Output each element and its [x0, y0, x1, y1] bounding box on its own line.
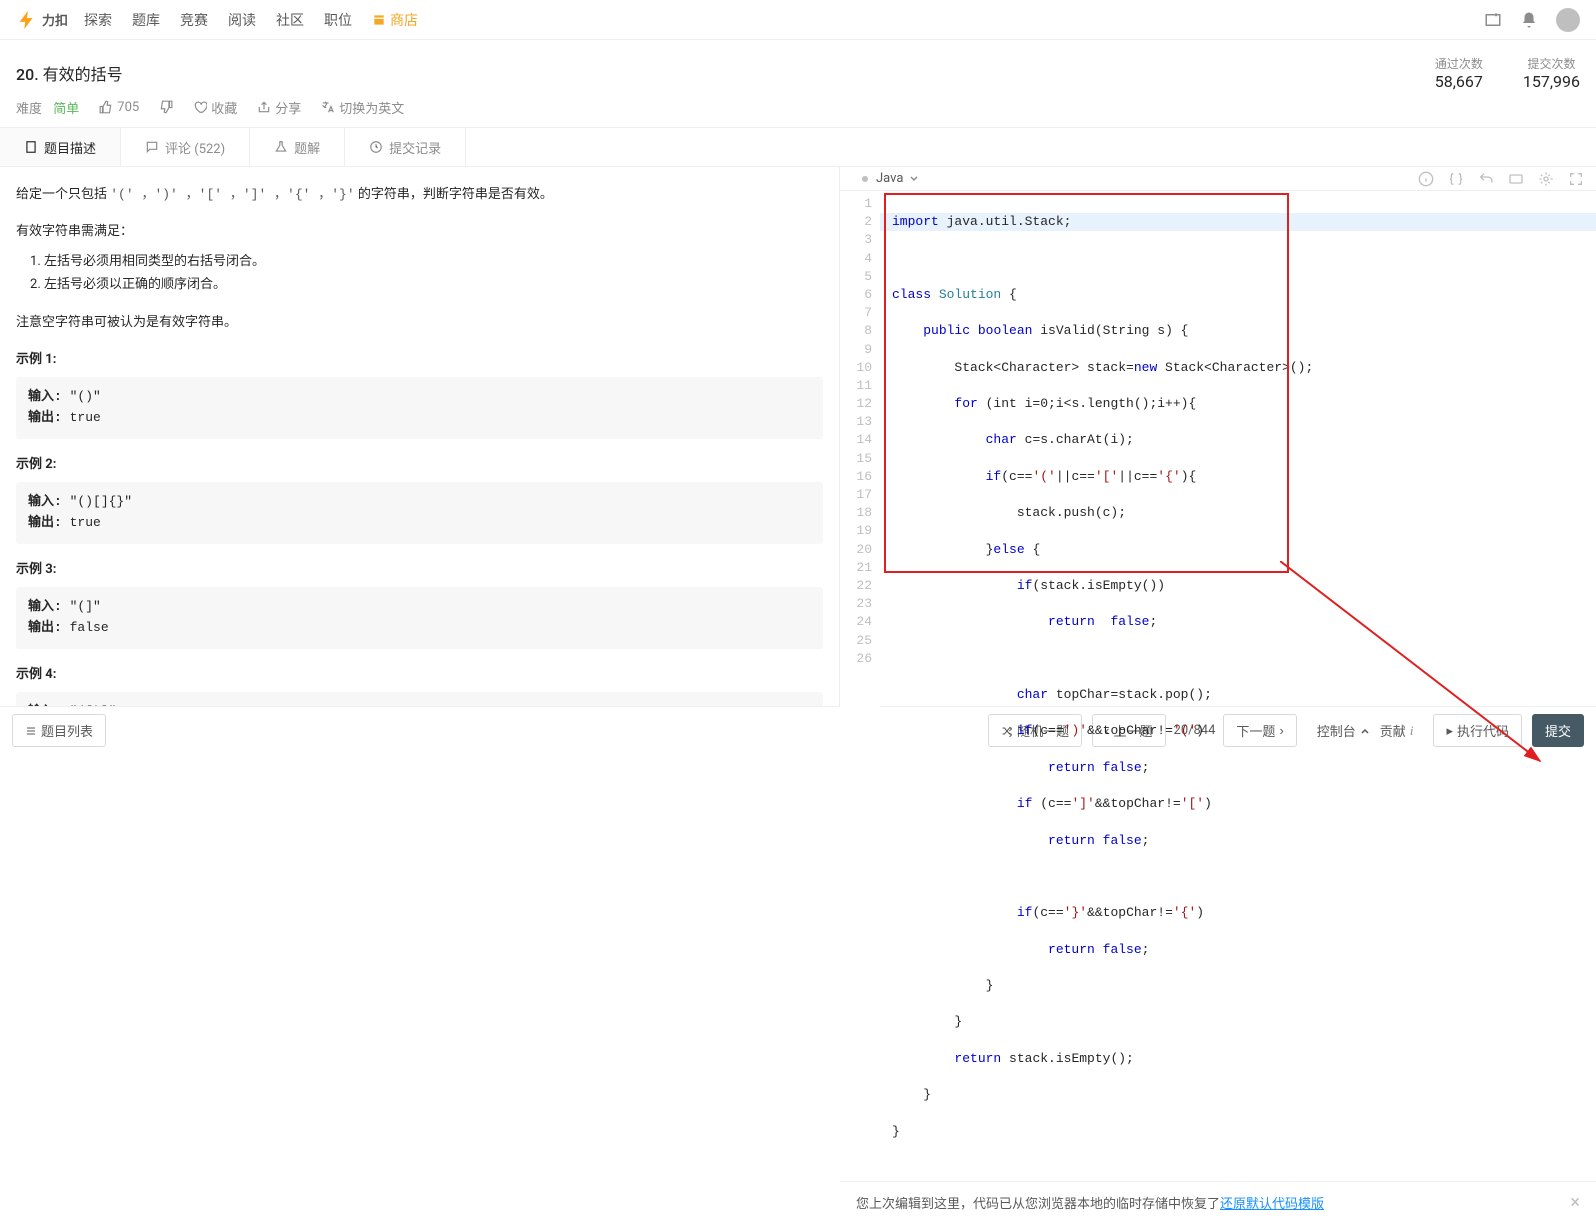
logo[interactable]: 力扣 [16, 9, 68, 31]
nav-read[interactable]: 阅读 [228, 10, 256, 30]
share-button[interactable]: 分享 [257, 98, 301, 117]
example-2: 输入: "()[]{}"输出: true [16, 482, 823, 544]
example-3: 输入: "(]"输出: false [16, 587, 823, 649]
description-panel[interactable]: 给定一个只包括 '(' ，')' ，'[' ，']' ，'{' ，'}' 的字符… [0, 167, 840, 706]
example-1-title: 示例 1: [16, 348, 823, 371]
info-icon[interactable] [1418, 171, 1434, 187]
restore-default-link[interactable]: 还原默认代码模版 [1220, 1193, 1324, 1212]
stat-submitted: 提交次数 157,996 [1523, 55, 1580, 91]
thumbs-up-icon [99, 100, 113, 114]
braces-icon[interactable] [1448, 171, 1464, 187]
lang-dot-icon [860, 174, 870, 184]
tab-history[interactable]: 提交记录 [345, 128, 466, 166]
settings-icon[interactable] [1538, 171, 1554, 187]
meta-bar: 难度 简单 705 收藏 分享 切换为英文 [0, 95, 1596, 127]
heart-icon [193, 100, 207, 114]
line-gutter: 1234567891011121314151617181920212223242… [840, 191, 880, 1181]
difficulty: 难度 简单 [16, 98, 79, 117]
nav-problems[interactable]: 题库 [132, 10, 160, 30]
editor-tools [1418, 171, 1584, 187]
brand-text: 力扣 [42, 10, 68, 29]
clock-icon [369, 140, 383, 154]
content-tabs: 题目描述 评论 (522) 题解 提交记录 [0, 127, 1596, 167]
stats: 通过次数 58,667 提交次数 157,996 [1435, 55, 1580, 91]
restore-notice: 您上次编辑到这里，代码已从您浏览器本地的临时存储中恢复了 还原默认代码模版 × [840, 1181, 1596, 1223]
logo-icon [16, 9, 38, 31]
undo-icon[interactable] [1478, 171, 1494, 187]
close-notice-button[interactable]: × [1570, 1192, 1580, 1213]
nav-jobs[interactable]: 职位 [324, 10, 352, 30]
flask-icon [274, 140, 288, 154]
comment-icon [145, 140, 159, 154]
editor-panel: Java 12345678910111213141516171819202122… [840, 167, 1596, 706]
bell-icon[interactable] [1520, 11, 1538, 29]
tab-solution[interactable]: 题解 [250, 128, 345, 166]
title-bar: 20. 有效的括号 通过次数 58,667 提交次数 157,996 [0, 40, 1596, 95]
code-editor[interactable]: 1234567891011121314151617181920212223242… [840, 191, 1596, 1181]
stat-passed: 通过次数 58,667 [1435, 55, 1483, 91]
problem-title: 20. 有效的括号 [16, 61, 123, 85]
language-selector[interactable]: Java [852, 167, 927, 190]
nav-store[interactable]: 商店 [372, 10, 418, 30]
example-1: 输入: "()"输出: true [16, 377, 823, 439]
favorite-button[interactable]: 收藏 [193, 98, 237, 117]
avatar[interactable] [1556, 8, 1580, 32]
list-icon [25, 725, 37, 737]
doc-icon [24, 140, 38, 154]
shortcut-icon[interactable] [1508, 171, 1524, 187]
nav-explore[interactable]: 探索 [84, 10, 112, 30]
top-nav: 力扣 探索 题库 竞赛 阅读 社区 职位 商店 [0, 0, 1596, 40]
chevron-down-icon [909, 174, 919, 184]
example-2-title: 示例 2: [16, 453, 823, 476]
problem-list-button[interactable]: 题目列表 [12, 714, 106, 747]
dislike-button[interactable] [159, 100, 173, 114]
share-icon [257, 100, 271, 114]
tab-comments[interactable]: 评论 (522) [121, 128, 250, 166]
fullscreen-icon[interactable] [1568, 171, 1584, 187]
store-icon [372, 13, 386, 27]
nav-community[interactable]: 社区 [276, 10, 304, 30]
nav-contest[interactable]: 竞赛 [180, 10, 208, 30]
example-4: 输入: "([)]"输出: false [16, 692, 823, 706]
code-content[interactable]: import java.util.Stack; class Solution {… [880, 191, 1596, 1181]
nav-right [1484, 8, 1580, 32]
editor-toolbar: Java [840, 167, 1596, 191]
example-3-title: 示例 3: [16, 558, 823, 581]
like-button[interactable]: 705 [99, 100, 139, 115]
thumbs-down-icon [159, 100, 173, 114]
tab-description[interactable]: 题目描述 [0, 128, 121, 166]
switch-lang-button[interactable]: 切换为英文 [321, 98, 404, 117]
example-4-title: 示例 4: [16, 663, 823, 686]
playground-icon[interactable] [1484, 11, 1502, 29]
translate-icon [321, 100, 335, 114]
nav-items: 探索 题库 竞赛 阅读 社区 职位 商店 [84, 10, 418, 30]
